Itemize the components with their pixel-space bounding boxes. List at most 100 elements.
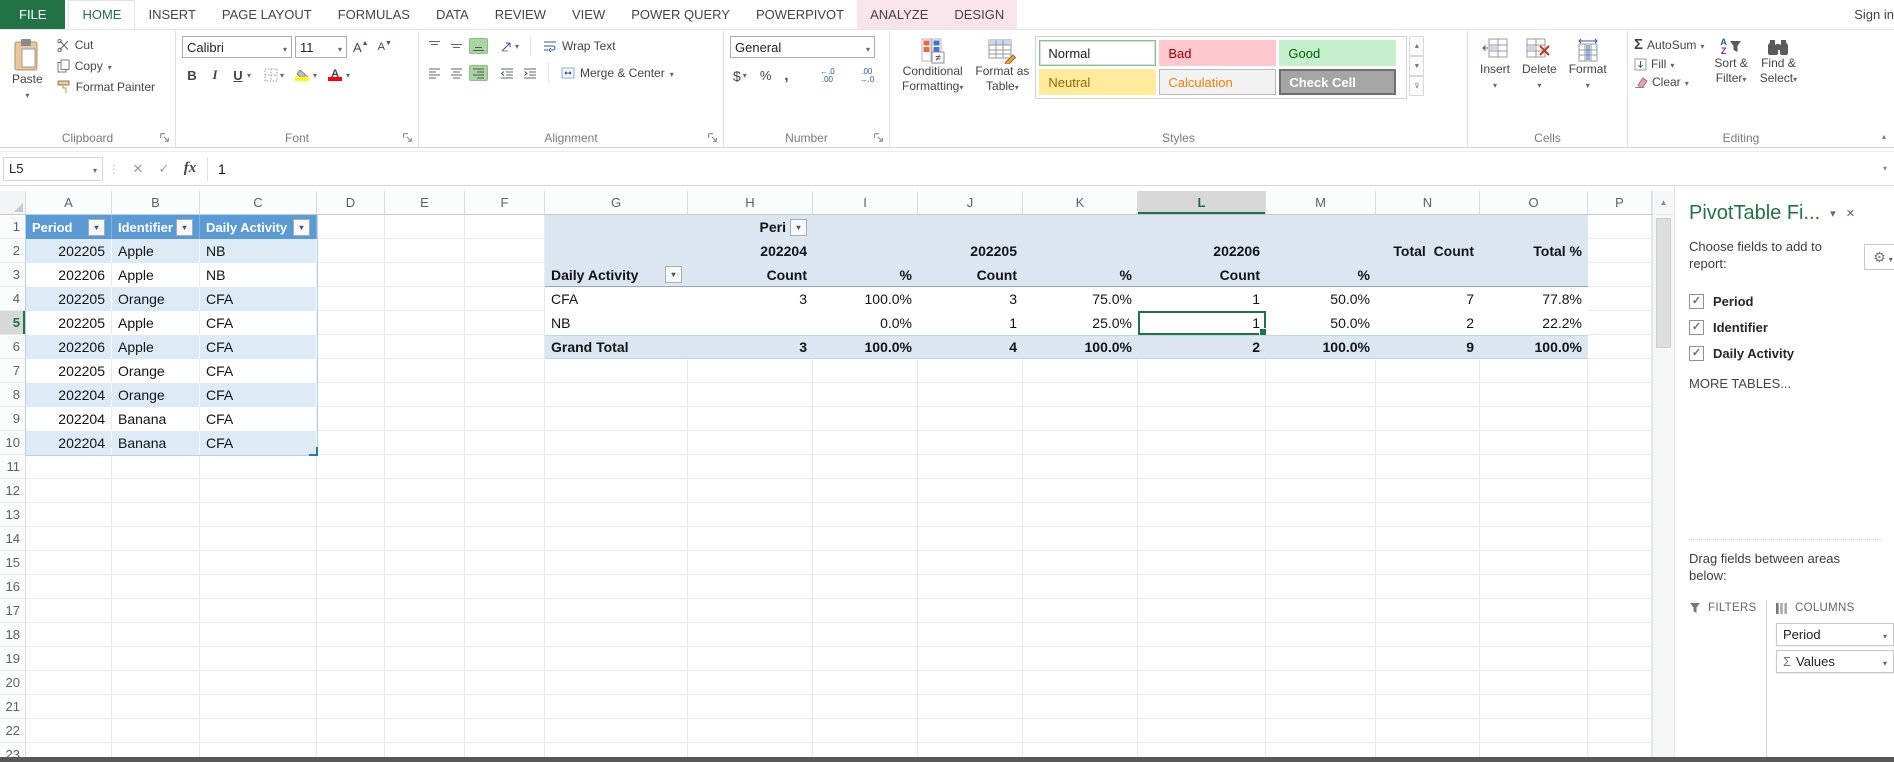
tab-home[interactable]: HOME [68, 0, 136, 29]
cell-C18[interactable] [200, 623, 317, 647]
cell-E23[interactable] [385, 743, 465, 757]
cell-C6[interactable]: CFA [200, 335, 317, 359]
table-header-B1[interactable]: Identifier [112, 215, 200, 239]
cell-A12[interactable] [26, 479, 112, 503]
tab-formulas[interactable]: FORMULAS [325, 0, 423, 29]
cell-K9[interactable] [1023, 407, 1138, 431]
cell-N3[interactable] [1376, 263, 1480, 286]
cell-O5[interactable]: 22.2% [1480, 311, 1588, 335]
tools-button[interactable]: ⚙ [1864, 244, 1894, 270]
italic-button[interactable]: I [205, 65, 225, 85]
row-header-16[interactable]: 16 [0, 575, 26, 599]
cell-G10[interactable] [545, 431, 688, 455]
enter-button[interactable]: ✓ [151, 158, 177, 180]
checkbox-checked-icon[interactable] [1689, 293, 1704, 309]
cell-C17[interactable] [200, 599, 317, 623]
cell-D13[interactable] [317, 503, 385, 527]
cell-N22[interactable] [1376, 719, 1480, 743]
cell-L9[interactable] [1138, 407, 1266, 431]
cell-C13[interactable] [200, 503, 317, 527]
cell-D14[interactable] [317, 527, 385, 551]
cell-O7[interactable] [1480, 359, 1588, 383]
cell-P12[interactable] [1588, 479, 1652, 503]
cell-P2[interactable] [1588, 239, 1652, 263]
cell-K6[interactable]: 100.0% [1023, 336, 1138, 358]
cell-H5[interactable] [688, 311, 813, 335]
cell-K23[interactable] [1023, 743, 1138, 757]
cell-C19[interactable] [200, 647, 317, 671]
checkbox-checked-icon[interactable] [1689, 345, 1704, 361]
tab-analyze[interactable]: ANALYZE [857, 0, 941, 29]
cell-N5[interactable]: 2 [1376, 311, 1480, 335]
cell-B12[interactable] [112, 479, 200, 503]
cell-J6[interactable]: 4 [918, 336, 1023, 358]
cell-E10[interactable] [385, 431, 465, 455]
cell-G11[interactable] [545, 455, 688, 479]
cell-B17[interactable] [112, 599, 200, 623]
cell-B15[interactable] [112, 551, 200, 575]
cell-P22[interactable] [1588, 719, 1652, 743]
cell-H6[interactable]: 3 [688, 336, 813, 358]
cell-M22[interactable] [1266, 719, 1376, 743]
vertical-scrollbar[interactable]: ▲ [1652, 191, 1674, 757]
cell-B7[interactable]: Orange [112, 359, 200, 383]
top-align-button[interactable] [425, 38, 444, 54]
cell-K7[interactable] [1023, 359, 1138, 383]
cell-M20[interactable] [1266, 671, 1376, 695]
cell-C22[interactable] [200, 719, 317, 743]
cell-I13[interactable] [813, 503, 918, 527]
cell-G2[interactable] [545, 239, 688, 263]
cell-O1[interactable] [1480, 215, 1588, 239]
cell-H14[interactable] [688, 527, 813, 551]
delete-cells-button[interactable]: Delete [1516, 36, 1563, 127]
cell-K1[interactable] [1023, 215, 1138, 239]
cell-L10[interactable] [1138, 431, 1266, 455]
cell-I16[interactable] [813, 575, 918, 599]
cell-I22[interactable] [813, 719, 918, 743]
cell-P15[interactable] [1588, 551, 1652, 575]
cell-G17[interactable] [545, 599, 688, 623]
cell-I8[interactable] [813, 383, 918, 407]
row-header-6[interactable]: 6 [0, 335, 26, 359]
more-tables-link[interactable]: MORE TABLES... [1689, 376, 1894, 391]
cell-M2[interactable] [1266, 239, 1376, 263]
increase-indent-button[interactable] [520, 65, 540, 81]
cell-O22[interactable] [1480, 719, 1588, 743]
cell-G7[interactable] [545, 359, 688, 383]
cell-F19[interactable] [465, 647, 545, 671]
cell-G21[interactable] [545, 695, 688, 719]
cell-A23[interactable] [26, 743, 112, 757]
cell-B19[interactable] [112, 647, 200, 671]
scrollbar-thumb[interactable] [1656, 218, 1671, 348]
select-all-corner[interactable] [0, 191, 26, 214]
cell-C20[interactable] [200, 671, 317, 695]
cell-I4[interactable]: 100.0% [813, 287, 918, 311]
cell-O23[interactable] [1480, 743, 1588, 757]
tab-page-layout[interactable]: PAGE LAYOUT [209, 0, 325, 29]
cell-B14[interactable] [112, 527, 200, 551]
cell-I21[interactable] [813, 695, 918, 719]
cell-F22[interactable] [465, 719, 545, 743]
column-header-K[interactable]: K [1023, 191, 1138, 214]
cell-J17[interactable] [918, 599, 1023, 623]
cell-M4[interactable]: 50.0% [1266, 287, 1376, 311]
cell-N12[interactable] [1376, 479, 1480, 503]
cell-B10[interactable]: Banana [112, 431, 200, 455]
cell-H3[interactable]: Count [688, 263, 813, 286]
pill-period[interactable]: Period [1776, 623, 1894, 646]
name-box[interactable]: L5 [3, 156, 103, 181]
cell-A3[interactable]: 202206 [26, 263, 112, 287]
cell-K10[interactable] [1023, 431, 1138, 455]
cell-E5[interactable] [385, 311, 465, 335]
cell-G16[interactable] [545, 575, 688, 599]
field-item-daily-activity[interactable]: Daily Activity [1689, 340, 1894, 366]
formula-bar-expand-icon[interactable]: ▾ [1883, 164, 1894, 173]
cell-F18[interactable] [465, 623, 545, 647]
column-header-E[interactable]: E [385, 191, 465, 214]
cell-P17[interactable] [1588, 599, 1652, 623]
cell-E12[interactable] [385, 479, 465, 503]
column-header-P[interactable]: P [1588, 191, 1652, 214]
cell-P3[interactable] [1588, 263, 1652, 287]
cell-J9[interactable] [918, 407, 1023, 431]
cell-O6[interactable]: 100.0% [1480, 336, 1588, 358]
